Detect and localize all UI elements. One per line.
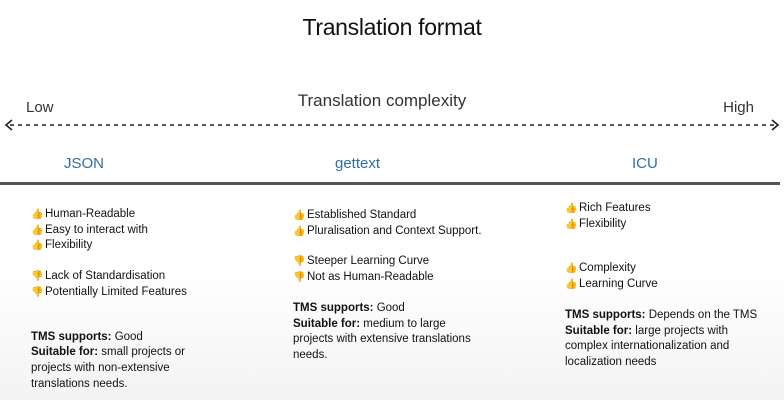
list-item: 👍 Learning Curve	[565, 277, 780, 293]
page-title: Translation format	[302, 14, 482, 40]
thumbs-down-icon: 👎	[293, 256, 306, 268]
thumbs-down-icon: 👎	[31, 271, 44, 283]
header-divider	[0, 182, 780, 185]
list-item: 👎 Potentially Limited Features	[31, 285, 261, 301]
tms-support: TMS supports: Good	[293, 301, 405, 314]
thumbs-up-icon: 👍	[31, 224, 44, 236]
column-heading-icu: ICU	[632, 155, 658, 172]
list-item: 👎 Steeper Learning Curve	[293, 254, 523, 270]
tms-support: TMS supports: Depends on the TMS	[565, 308, 758, 321]
list-item: 👍 Flexibility	[31, 238, 261, 254]
thumbs-down-icon: 👎	[293, 272, 306, 284]
column-heading-json: JSON	[64, 155, 105, 172]
list-item: 👎 Not as Human-Readable	[293, 270, 523, 286]
thumbs-up-icon: 👍	[565, 218, 578, 230]
thumbs-up-icon: 👍	[293, 210, 306, 221]
list-item: 👍 Easy to interact with	[31, 223, 261, 239]
thumbs-up-icon: 👍	[31, 209, 44, 220]
list-item: 👍 Complexity	[565, 261, 780, 277]
list-item: 👎 Lack of Standardisation	[31, 269, 261, 285]
suitable-for: Suitable for: medium to large projects w…	[293, 317, 471, 361]
column-icu: 👍 Rich Features 👍 Flexibility 👍 Complexity …	[565, 201, 780, 371]
column-gettext: 👍 Established Standard 👍 Pluralisation and…	[293, 208, 523, 364]
thumbs-up-icon: 👍	[565, 279, 578, 291]
complexity-axis-arrow	[4, 119, 780, 131]
thumbs-up-icon: 👍	[31, 240, 44, 252]
list-item: 👍 Rich Features	[565, 201, 780, 217]
list-item: 👍 Established Standard	[293, 208, 523, 224]
thumbs-up-icon: 👍	[565, 203, 578, 214]
thumbs-up-icon: 👍	[565, 263, 578, 275]
list-item: 👍 Human-Readable	[31, 207, 261, 223]
axis-high-label: High	[723, 99, 754, 116]
thumbs-down-icon: 👎	[31, 286, 44, 298]
column-heading-gettext: gettext	[335, 155, 381, 172]
column-json: 👍 Human-Readable 👍 Easy to interact with 👍…	[31, 207, 261, 392]
list-item: 👍 Pluralisation and Context Support.	[293, 224, 523, 240]
list-item: 👍 Flexibility	[565, 217, 780, 233]
axis-title: Translation complexity	[297, 91, 467, 110]
tms-support: TMS supports: Good	[31, 330, 143, 343]
suitable-for: Suitable for: small projects or projects…	[31, 346, 186, 390]
suitable-for: Suitable for: large projects with comple…	[565, 324, 730, 368]
thumbs-up-icon: 👍	[293, 225, 306, 237]
